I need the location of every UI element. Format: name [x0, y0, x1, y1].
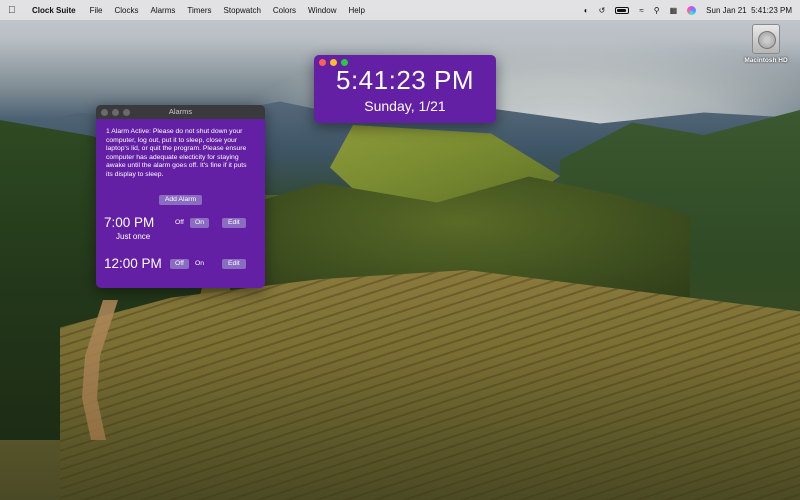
alarms-minimize-button[interactable]: [112, 108, 119, 116]
alarms-titlebar[interactable]: Alarms: [96, 105, 265, 119]
clock-date: Sunday, 1/21: [364, 98, 446, 114]
macintosh-hd-disk[interactable]: Macintosh HD: [740, 24, 792, 64]
menu-help[interactable]: Help: [348, 6, 364, 15]
alarm-on-button[interactable]: On: [189, 218, 210, 228]
menu-bar:  Clock Suite File Clocks Alarms Timers …: [0, 0, 800, 20]
zoom-button[interactable]: [341, 59, 348, 66]
wallpaper-forest-right: [560, 110, 800, 360]
alarms-close-button[interactable]: [101, 108, 108, 116]
menu-timers[interactable]: Timers: [187, 6, 211, 15]
alarm-repeat: Just once: [116, 232, 151, 241]
alarms-window-title: Alarms: [168, 107, 193, 116]
wallpaper-meadow: [330, 125, 560, 210]
alarm-edit-button[interactable]: Edit: [222, 218, 246, 228]
battery-icon[interactable]: [615, 6, 630, 14]
menu-alarms[interactable]: Alarms: [150, 6, 175, 15]
alarms-zoom-button[interactable]: [123, 108, 130, 116]
wifi-icon[interactable]: ≈: [639, 6, 643, 15]
alarm-off-button[interactable]: Off: [170, 259, 189, 269]
control-center-icon[interactable]: ▦: [670, 6, 678, 15]
window-controls: [319, 59, 348, 66]
add-alarm-button[interactable]: Add Alarm: [158, 194, 203, 205]
alarm-on-button[interactable]: On: [190, 259, 209, 269]
hard-drive-icon: [752, 24, 780, 54]
alarms-window-controls: [101, 108, 130, 116]
wallpaper-road: [82, 300, 118, 440]
minimize-button[interactable]: [330, 59, 337, 66]
alarm-time: 12:00 PM: [104, 256, 162, 271]
clock-window[interactable]: 5:41:23 PM Sunday, 1/21: [314, 55, 496, 123]
search-icon[interactable]: ⚲: [654, 6, 660, 15]
alarm-edit-button[interactable]: Edit: [222, 259, 246, 269]
menu-app-name[interactable]: Clock Suite: [32, 6, 76, 15]
apple-menu-icon[interactable]: : [8, 5, 22, 16]
menu-colors[interactable]: Colors: [273, 6, 296, 15]
menu-clocks[interactable]: Clocks: [114, 6, 138, 15]
menu-datetime[interactable]: Sun Jan 21 5:41:23 PM: [706, 6, 792, 15]
alarm-active-notice: 1 Alarm Active: Please do not shut down …: [106, 128, 247, 178]
alarms-window: Alarms 1 Alarm Active: Please do not shu…: [96, 105, 265, 288]
alarm-toggle: Off On: [170, 259, 210, 269]
dark-mode-icon[interactable]: ◐: [584, 6, 589, 15]
time-machine-icon[interactable]: ↺: [599, 6, 606, 15]
disk-label: Macintosh HD: [744, 57, 788, 64]
alarm-time: 7:00 PM: [104, 215, 155, 230]
wallpaper-vineyard: [60, 270, 800, 500]
wallpaper-trees: [230, 176, 690, 300]
menu-file[interactable]: File: [90, 6, 103, 15]
close-button[interactable]: [319, 59, 326, 66]
alarm-toggle: Off On: [170, 218, 210, 228]
menu-stopwatch[interactable]: Stopwatch: [224, 6, 261, 15]
siri-icon[interactable]: [687, 5, 697, 15]
alarm-off-button[interactable]: Off: [170, 218, 189, 228]
status-area: ◐ ↺ ≈ ⚲ ▦ Sun Jan 21 5:41:23 PM: [584, 5, 792, 15]
menu-window[interactable]: Window: [308, 6, 336, 15]
